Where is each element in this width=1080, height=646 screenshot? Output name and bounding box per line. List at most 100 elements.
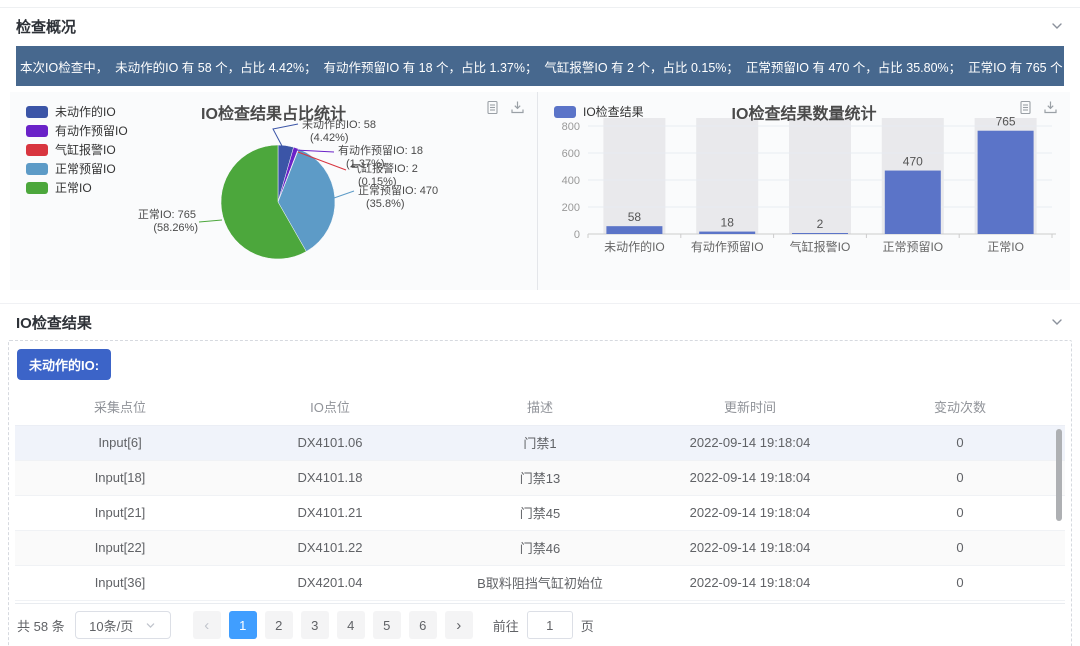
legend-item[interactable]: 未动作的IO [26, 102, 128, 121]
bar-chart-panel: IO检查结果 IO检查结果数量统计 020040060080058未动作的IO1… [537, 92, 1070, 290]
chevron-down-icon [145, 620, 156, 631]
page-size-value: 10条/页 [89, 616, 133, 635]
legend-label: IO检查结果 [583, 103, 644, 120]
total-count: 共 58 条 [17, 616, 65, 635]
legend-swatch [26, 125, 48, 137]
legend-item[interactable]: 正常IO [26, 178, 128, 197]
results-table-wrap: 采集点位 IO点位 描述 更新时间 变动次数 Input[6]DX4101.06… [15, 389, 1065, 601]
page-top-divider [0, 0, 1080, 8]
svg-text:2: 2 [817, 217, 824, 231]
svg-text:400: 400 [562, 175, 580, 187]
legend-item[interactable]: 气缸报警IO [26, 140, 128, 159]
column-header: 变动次数 [855, 389, 1065, 425]
pie-chart-panel: 未动作的IO 有动作预留IO 气缸报警IO 正常预留IO 正常IO IO检查结果… [10, 92, 537, 290]
section-divider [0, 290, 1080, 304]
legend-item[interactable]: 有动作预留IO [26, 121, 128, 140]
table-row[interactable]: Input[36]DX4201.04B取料阻挡气缸初始位2022-09-14 1… [15, 565, 1065, 600]
table-cell: 0 [855, 565, 1065, 600]
svg-text:有动作预留IO: 有动作预留IO [691, 240, 764, 254]
goto-suffix: 页 [581, 616, 594, 635]
table-cell: 门禁46 [435, 530, 645, 565]
legend-label: 正常预留IO [55, 160, 116, 177]
legend-item[interactable]: 正常预留IO [26, 159, 128, 178]
column-header: 采集点位 [15, 389, 225, 425]
legend-swatch [26, 163, 48, 175]
overview-collapse-button[interactable] [1050, 19, 1064, 33]
legend-label: 正常IO [55, 179, 92, 196]
page-button-1[interactable]: 1 [229, 611, 257, 639]
category-badge[interactable]: 未动作的IO: [17, 349, 111, 380]
table-cell: DX4101.22 [225, 530, 435, 565]
table-row[interactable]: Input[18]DX4101.18门禁132022-09-14 19:18:0… [15, 460, 1065, 495]
table-scrollbar[interactable] [1056, 429, 1062, 521]
legend-swatch [554, 106, 576, 118]
column-header: 描述 [435, 389, 645, 425]
data-view-icon[interactable] [1018, 100, 1033, 115]
svg-text:气缸报警IO: 气缸报警IO [790, 239, 851, 254]
svg-text:200: 200 [562, 202, 580, 214]
bar-toolbox [1018, 100, 1058, 115]
download-icon[interactable] [1043, 100, 1058, 115]
goto-label: 前往 [493, 616, 519, 635]
table-cell: B取料阻挡气缸初始位 [435, 565, 645, 600]
table-cell: 0 [855, 425, 1065, 460]
svg-text:气缸报警IO: 2: 气缸报警IO: 2 [350, 161, 418, 175]
goto-page-input[interactable] [527, 611, 573, 639]
prev-page-button[interactable]: ‹ [193, 611, 221, 639]
table-cell: 0 [855, 530, 1065, 565]
svg-text:未动作的IO: 未动作的IO [604, 239, 665, 254]
chevron-down-icon [1050, 315, 1064, 329]
svg-text:470: 470 [903, 155, 923, 169]
data-view-icon[interactable] [485, 100, 500, 115]
page-button-5[interactable]: 5 [373, 611, 401, 639]
page-size-select[interactable]: 10条/页 [75, 611, 171, 639]
table-row[interactable]: Input[22]DX4101.22门禁462022-09-14 19:18:0… [15, 530, 1065, 565]
svg-text:(58.26%): (58.26%) [153, 222, 198, 234]
overview-header: 检查概况 [0, 8, 1080, 44]
page-button-6[interactable]: 6 [409, 611, 437, 639]
table-row[interactable]: Input[6]DX4101.06门禁12022-09-14 19:18:040 [15, 425, 1065, 460]
legend-item[interactable]: IO检查结果 [554, 102, 644, 121]
results-container: 未动作的IO: 采集点位 IO点位 描述 更新时间 变动次数 Input[6]D… [8, 340, 1072, 646]
page-button-3[interactable]: 3 [301, 611, 329, 639]
page-button-2[interactable]: 2 [265, 611, 293, 639]
legend-swatch [26, 182, 48, 194]
svg-text:600: 600 [562, 148, 580, 160]
table-cell: 门禁45 [435, 495, 645, 530]
pie-toolbox [485, 100, 525, 115]
table-cell: 0 [855, 460, 1065, 495]
table-cell: DX4101.18 [225, 460, 435, 495]
table-cell: 2022-09-14 19:18:04 [645, 565, 855, 600]
table-row[interactable]: Input[21]DX4101.21门禁452022-09-14 19:18:0… [15, 495, 1065, 530]
svg-text:0: 0 [574, 229, 580, 241]
page-button-4[interactable]: 4 [337, 611, 365, 639]
charts-row: 未动作的IO 有动作预留IO 气缸报警IO 正常预留IO 正常IO IO检查结果… [10, 92, 1070, 290]
table-header-row: 采集点位 IO点位 描述 更新时间 变动次数 [15, 389, 1065, 425]
column-header: IO点位 [225, 389, 435, 425]
svg-text:正常IO: 正常IO [987, 240, 1024, 254]
legend-label: 气缸报警IO [55, 141, 116, 158]
overview-title: 检查概况 [16, 16, 76, 37]
pagination: 共 58 条 10条/页 ‹ 123456 › 前往 页 [15, 603, 1065, 643]
table-cell: Input[6] [15, 425, 225, 460]
table-cell: DX4101.06 [225, 425, 435, 460]
table-cell: DX4201.04 [225, 565, 435, 600]
legend-label: 有动作预留IO [55, 122, 128, 139]
results-title: IO检查结果 [16, 312, 92, 333]
svg-text:58: 58 [628, 210, 642, 224]
next-page-button[interactable]: › [445, 611, 473, 639]
table-cell: 2022-09-14 19:18:04 [645, 495, 855, 530]
svg-text:正常预留IO: 470: 正常预留IO: 470 [358, 184, 438, 197]
table-cell: DX4101.21 [225, 495, 435, 530]
results-collapse-button[interactable] [1050, 315, 1064, 329]
legend-swatch [26, 144, 48, 156]
svg-text:18: 18 [721, 216, 735, 230]
table-cell: Input[22] [15, 530, 225, 565]
table-cell: 门禁13 [435, 460, 645, 495]
svg-text:(4.42%): (4.42%) [310, 132, 349, 144]
goto-page: 前往 页 [493, 611, 594, 639]
download-icon[interactable] [510, 100, 525, 115]
table-cell: 2022-09-14 19:18:04 [645, 425, 855, 460]
svg-text:有动作预留IO: 18: 有动作预留IO: 18 [338, 143, 423, 157]
table-cell: 2022-09-14 19:18:04 [645, 530, 855, 565]
